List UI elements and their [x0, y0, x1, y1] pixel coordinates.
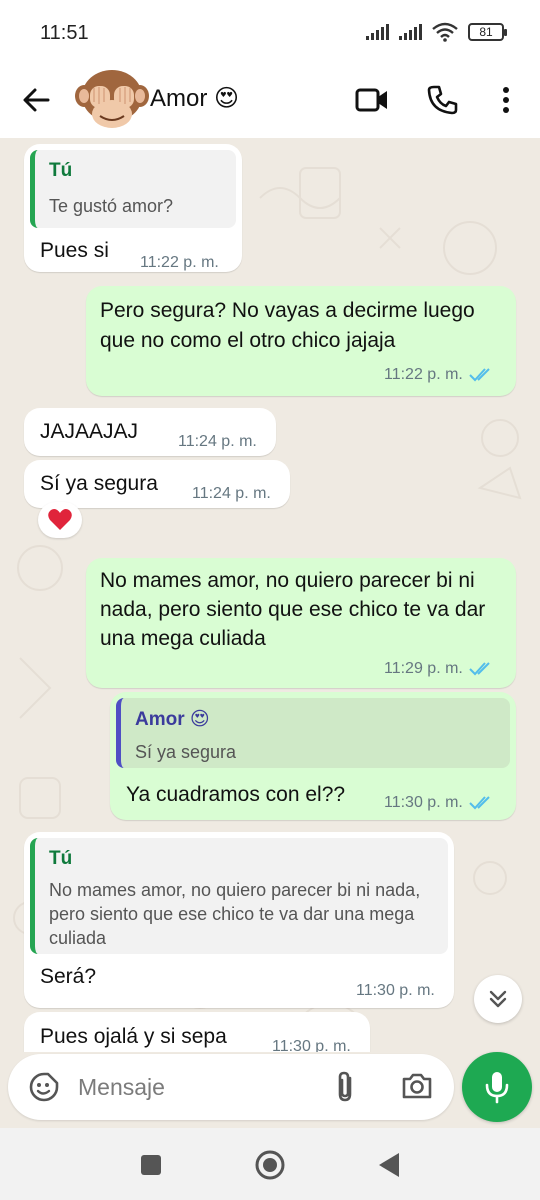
message-time: 11:30 p. m. — [356, 982, 435, 1000]
message-text: Será? — [40, 965, 97, 988]
contact-avatar[interactable] — [70, 64, 154, 136]
time-label: 11:30 p. m. — [356, 982, 435, 999]
message-text: Ya cuadramos con el?? — [126, 783, 346, 806]
nav-home-icon — [255, 1150, 285, 1180]
message-input[interactable] — [78, 1068, 308, 1106]
message-text: Pues ojalá y si sepa — [40, 1025, 227, 1048]
message-bubble-incoming[interactable]: Tú No mames amor, no quiero parecer bi n… — [24, 832, 454, 1008]
nav-recents-icon — [141, 1155, 161, 1175]
double-check-icon — [469, 662, 490, 676]
message-bubble-incoming[interactable]: JAJAAJAJ 11:24 p. m. — [24, 408, 276, 456]
nav-back-button[interactable] — [372, 1148, 406, 1182]
video-call-button[interactable] — [352, 80, 392, 120]
message-bubble-incoming[interactable]: Tú Te gustó amor? Pues si 11:22 p. m. — [24, 144, 242, 272]
message-text: Sí ya segura — [40, 472, 158, 495]
message-text: Pero segura? No vayas a decirme luego qu… — [100, 299, 475, 352]
time-label: 11:24 p. m. — [192, 485, 271, 502]
camera-icon — [402, 1073, 432, 1099]
message-time: 11:24 p. m. — [178, 433, 257, 451]
quoted-sender: Amor 😍 — [135, 709, 210, 730]
heart-reaction-icon — [48, 509, 72, 530]
attach-icon — [338, 1071, 352, 1102]
back-arrow-icon — [23, 88, 50, 112]
battery-level: 81 — [479, 25, 493, 39]
message-time: 11:29 p. m. — [384, 660, 493, 678]
contact-name[interactable]: Amor 😍 — [150, 84, 239, 113]
see-no-evil-monkey-avatar — [75, 70, 149, 128]
emoji-icon — [29, 1072, 59, 1102]
quoted-sender: Tú — [49, 160, 73, 181]
nav-recents-button[interactable] — [134, 1148, 168, 1182]
quoted-message[interactable]: Tú No mames amor, no quiero parecer bi n… — [30, 838, 448, 954]
quoted-text: Sí ya segura — [135, 742, 237, 762]
quoted-sender: Tú — [49, 848, 73, 869]
camera-button[interactable] — [400, 1070, 434, 1104]
time-label: 11:30 p. m. — [272, 1038, 351, 1052]
message-text: No mames amor, no quiero parecer bi ni n… — [100, 569, 486, 650]
emoji-button[interactable] — [28, 1071, 60, 1103]
message-text: JAJAAJAJ — [40, 420, 139, 443]
message-time: 11:30 p. m. — [272, 1038, 351, 1052]
message-composer — [8, 1054, 454, 1120]
voice-call-button[interactable] — [422, 80, 462, 120]
double-check-icon — [469, 368, 490, 382]
message-bubble-incoming[interactable]: Sí ya segura 11:24 p. m. — [24, 460, 290, 508]
video-call-icon — [355, 88, 387, 112]
time-label: 11:24 p. m. — [178, 433, 257, 450]
more-options-icon — [503, 87, 509, 113]
more-options-button[interactable] — [486, 80, 526, 120]
time-label: 11:29 p. m. — [384, 660, 463, 677]
system-nav-bar — [0, 1128, 540, 1200]
message-time: 11:22 p. m. — [384, 366, 493, 384]
time-label: 11:30 p. m. — [384, 794, 463, 811]
message-time: 11:22 p. m. — [140, 254, 219, 272]
time-label: 11:22 p. m. — [384, 366, 463, 383]
chat-header: Amor 😍 — [0, 62, 540, 138]
wifi-icon — [432, 22, 458, 42]
message-reaction[interactable] — [38, 502, 82, 538]
message-bubble-incoming[interactable]: Pues ojalá y si sepa 11:30 p. m. — [24, 1012, 370, 1052]
status-time: 11:51 — [40, 22, 89, 44]
phone-icon — [427, 85, 458, 115]
voice-message-button[interactable] — [462, 1052, 532, 1122]
attach-button[interactable] — [330, 1070, 362, 1104]
status-icons: 81 — [366, 22, 507, 42]
chat-area[interactable]: Tú Te gustó amor? Pues si 11:22 p. m. Pe… — [0, 138, 540, 1052]
signal-icon-2 — [399, 24, 422, 40]
scroll-to-bottom-button[interactable] — [474, 975, 522, 1023]
quoted-message[interactable]: Tú Te gustó amor? — [30, 150, 236, 228]
time-label: 11:22 p. m. — [140, 254, 219, 271]
mic-icon — [485, 1072, 509, 1104]
message-text: Pues si — [40, 239, 109, 262]
quoted-text: Te gustó amor? — [49, 196, 174, 216]
message-time: 11:30 p. m. — [384, 794, 493, 812]
message-bubble-outgoing[interactable]: Amor 😍 Sí ya segura Ya cuadramos con el?… — [110, 692, 516, 820]
nav-back-icon — [379, 1153, 399, 1177]
back-button[interactable] — [18, 82, 54, 118]
signal-icon — [366, 24, 389, 40]
message-time: 11:24 p. m. — [192, 485, 271, 503]
scroll-down-icon — [489, 990, 507, 1008]
quoted-text: No mames amor, no quiero parecer bi ni n… — [49, 880, 421, 948]
status-bar: 11:51 81 — [0, 0, 540, 62]
double-check-icon — [469, 796, 490, 810]
quoted-message[interactable]: Amor 😍 Sí ya segura — [116, 698, 510, 768]
nav-home-button[interactable] — [253, 1148, 287, 1182]
message-bubble-outgoing[interactable]: Pero segura? No vayas a decirme luego qu… — [86, 286, 516, 396]
battery-icon: 81 — [468, 23, 507, 41]
message-bubble-outgoing[interactable]: No mames amor, no quiero parecer bi ni n… — [86, 558, 516, 688]
